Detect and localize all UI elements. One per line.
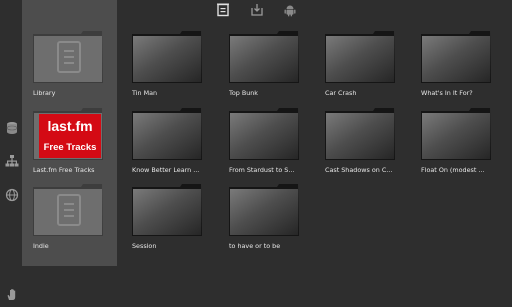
- sidebar-item-indie[interactable]: Indie: [33, 184, 121, 250]
- hand-icon[interactable]: [5, 286, 19, 300]
- folder-icon: [132, 108, 202, 160]
- grid-item-label: Car Crash: [325, 89, 357, 97]
- folder-icon: [325, 31, 395, 83]
- download-icon[interactable]: [250, 2, 264, 16]
- document-icon: [57, 41, 81, 73]
- sidebar-item-label: Last.fm Free Tracks: [33, 166, 95, 174]
- playlist-icon[interactable]: [216, 2, 230, 17]
- folder-icon: [229, 31, 299, 83]
- android-icon[interactable]: [283, 2, 297, 17]
- folder-icon: [325, 108, 395, 160]
- grid-item-label: Session: [132, 242, 157, 250]
- playlist-sidebar: Library last.fm Free Tracks Last.fm Free…: [22, 0, 117, 266]
- grid-item[interactable]: Cast Shadows on C...: [325, 108, 413, 174]
- grid-item-label: Cast Shadows on C...: [325, 166, 393, 174]
- grid-item-label: to have or to be: [229, 242, 281, 250]
- folder-icon: [229, 108, 299, 160]
- sidebar-item-lastfm-free-tracks[interactable]: last.fm Free Tracks Last.fm Free Tracks: [33, 108, 121, 174]
- grid-item[interactable]: From Stardust to S...: [229, 108, 317, 174]
- grid-item[interactable]: to have or to be: [229, 184, 317, 250]
- sidebar-item-label: Library: [33, 89, 56, 97]
- grid-item[interactable]: Know Better Learn ...: [132, 108, 220, 174]
- grid-item[interactable]: Session: [132, 184, 220, 250]
- lastfm-logo: last.fm Free Tracks: [39, 114, 101, 158]
- folder-icon: [421, 108, 491, 160]
- grid-item-label: From Stardust to S...: [229, 166, 295, 174]
- folder-icon: [33, 184, 103, 236]
- grid-item-label: Know Better Learn ...: [132, 166, 200, 174]
- folder-icon: [421, 31, 491, 83]
- folder-icon: [132, 184, 202, 236]
- grid-item-label: Float On (modest ...: [421, 166, 485, 174]
- sidebar-item-library[interactable]: Library: [33, 31, 121, 97]
- document-icon: [57, 194, 81, 226]
- folder-icon: [132, 31, 202, 83]
- grid-item[interactable]: Top Bunk: [229, 31, 317, 97]
- folder-icon: [33, 31, 103, 83]
- grid-item[interactable]: Float On (modest ...: [421, 108, 509, 174]
- folder-icon: last.fm Free Tracks: [33, 108, 103, 160]
- grid-item-label: Top Bunk: [229, 89, 258, 97]
- left-rail: [0, 0, 22, 307]
- sidebar-item-label: Indie: [33, 242, 49, 250]
- grid-item-label: Tin Man: [132, 89, 158, 97]
- grid-item[interactable]: Tin Man: [132, 31, 220, 97]
- database-icon[interactable]: [5, 120, 19, 134]
- grid-item-label: What's In It For?: [421, 89, 473, 97]
- network-tree-icon[interactable]: [5, 153, 19, 167]
- globe-icon[interactable]: [5, 187, 19, 202]
- grid-item[interactable]: Car Crash: [325, 31, 413, 97]
- folder-icon: [229, 184, 299, 236]
- grid-item[interactable]: What's In It For?: [421, 31, 509, 97]
